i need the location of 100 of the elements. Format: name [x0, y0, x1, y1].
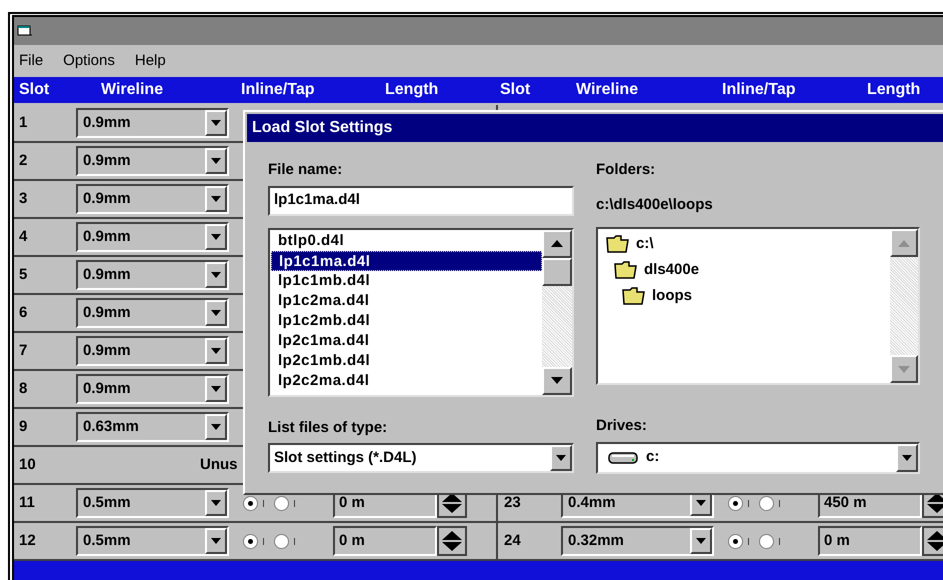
spinner-button[interactable] — [437, 526, 467, 556]
wireline-dropdown[interactable]: 0.9mm — [76, 260, 229, 290]
dropdown-button[interactable] — [896, 444, 918, 472]
dropdown-button[interactable] — [205, 110, 227, 136]
slot-number: 3 — [18, 188, 28, 209]
column-header: Slot — [499, 80, 532, 100]
menu-item[interactable]: Help — [134, 50, 166, 72]
spinner-button[interactable] — [922, 526, 943, 556]
wireline-dropdown[interactable]: 0.5mm — [76, 526, 229, 556]
length-field[interactable]: 0 m — [333, 526, 437, 556]
column-header: Inline/Tap — [722, 80, 796, 100]
dropdown-button[interactable] — [205, 300, 227, 326]
folder-icon — [606, 235, 630, 253]
unused-label: Unus — [200, 454, 238, 475]
caret-down-icon — [211, 500, 221, 506]
wireline-dropdown[interactable]: 0.9mm — [76, 146, 229, 176]
dropdown-button[interactable] — [205, 528, 227, 554]
caret-up-icon — [551, 240, 563, 247]
caret-down-icon — [211, 196, 221, 202]
wireline-dropdown[interactable]: 0.9mm — [76, 298, 229, 328]
dropdown-button[interactable] — [205, 338, 227, 364]
dropdown-button[interactable] — [690, 528, 712, 554]
dropdown-button[interactable] — [550, 445, 572, 471]
caret-down-icon — [211, 348, 221, 354]
caret-down-icon — [211, 234, 221, 240]
radio-button[interactable] — [759, 496, 774, 510]
slot-number: 7 — [18, 340, 28, 361]
filename-entry[interactable]: btlp0.d4l — [271, 230, 542, 250]
column-header: Inline/Tap — [240, 80, 316, 100]
up-down-arrows-icon — [441, 492, 463, 514]
dropdown-button[interactable] — [205, 224, 227, 250]
field-label: List files of type: — [268, 418, 388, 438]
scroll-down-button[interactable] — [542, 366, 572, 394]
scroll-down-button[interactable] — [890, 355, 918, 383]
radio-button[interactable] — [274, 534, 289, 548]
radio-button[interactable] — [243, 496, 258, 510]
slot-number: 1 — [18, 112, 28, 133]
radio-button[interactable] — [728, 534, 743, 548]
radio-button[interactable] — [274, 496, 289, 510]
file-type-dropdown[interactable]: Slot settings (*.D4L) — [268, 443, 574, 473]
scroll-up-button[interactable] — [890, 229, 918, 257]
folder-item[interactable]: c:\ — [636, 232, 654, 256]
drives-dropdown[interactable]: c: — [596, 442, 920, 474]
wireline-dropdown[interactable]: 0.5mm — [76, 488, 229, 518]
wireline-dropdown[interactable]: 0.63mm — [76, 412, 229, 442]
radio-button[interactable] — [243, 534, 258, 548]
filename-entry[interactable]: lp1c2mb.d4l — [271, 310, 542, 330]
scroll-thumb[interactable] — [542, 258, 572, 286]
caret-down-icon — [696, 538, 706, 544]
wireline-dropdown[interactable]: 0.9mm — [76, 108, 229, 138]
scrollbar[interactable] — [542, 230, 572, 394]
dropdown-button[interactable] — [205, 490, 227, 516]
slot-number: 4 — [18, 226, 28, 247]
column-header: Wireline — [576, 80, 640, 100]
caret-down-icon — [211, 424, 221, 430]
slot-number: 6 — [18, 302, 28, 323]
dropdown-button[interactable] — [205, 414, 227, 440]
drive-icon — [608, 450, 640, 464]
filename-entry[interactable]: lp2c2ma.d4l — [271, 370, 542, 390]
wireline-dropdown[interactable]: 0.9mm — [76, 374, 229, 404]
dropdown-button[interactable] — [205, 376, 227, 402]
filename-entry[interactable]: lp1c1ma.d4l — [271, 250, 542, 270]
slot-number: 11 — [18, 492, 36, 513]
caret-down-icon — [696, 500, 706, 506]
radio-button[interactable] — [759, 534, 774, 548]
column-header: Slot — [18, 80, 50, 100]
column-header: Length — [867, 80, 922, 100]
wireline-dropdown[interactable]: 0.9mm — [76, 336, 229, 366]
wireline-dropdown[interactable]: 0.32mm — [561, 526, 714, 556]
radio-button[interactable] — [728, 496, 743, 510]
caret-down-icon — [211, 120, 221, 126]
dropdown-button[interactable] — [205, 262, 227, 288]
file-name-field[interactable]: lp1c1ma.d4l — [268, 186, 574, 216]
length-field[interactable]: 0 m — [818, 526, 922, 556]
app-icon — [17, 25, 33, 37]
folder-item[interactable]: loops — [652, 284, 692, 308]
wireline-dropdown[interactable]: 0.9mm — [76, 184, 229, 214]
filename-entry[interactable]: lp2c1mb.d4l — [271, 350, 542, 370]
filename-entry[interactable]: lp2c1ma.d4l — [271, 330, 542, 350]
caret-down-icon — [211, 538, 221, 544]
column-header: Wireline — [100, 80, 164, 100]
wireline-dropdown[interactable]: 0.9mm — [76, 222, 229, 252]
slot-number: 24 — [503, 530, 522, 551]
caret-down-icon — [551, 377, 563, 384]
filename-entry[interactable]: lp1c2ma.d4l — [271, 290, 542, 310]
folder-item[interactable]: dls400e — [644, 258, 700, 282]
dropdown-button[interactable] — [205, 148, 227, 174]
dropdown-button[interactable] — [205, 186, 227, 212]
menu-item[interactable]: File — [19, 50, 44, 72]
scroll-up-button[interactable] — [542, 230, 572, 258]
slot-number: 23 — [503, 492, 522, 513]
slot-number: 9 — [18, 416, 28, 437]
slot-number: 5 — [18, 264, 28, 285]
up-down-arrows-icon — [926, 530, 943, 552]
slot-number: 10 — [18, 454, 37, 475]
field-label: File name: — [268, 160, 344, 180]
caret-down-icon — [902, 454, 912, 460]
filename-entry[interactable]: lp1c1mb.d4l — [271, 270, 542, 290]
slot-number: 12 — [18, 530, 37, 551]
menu-item[interactable]: Options — [63, 50, 115, 72]
